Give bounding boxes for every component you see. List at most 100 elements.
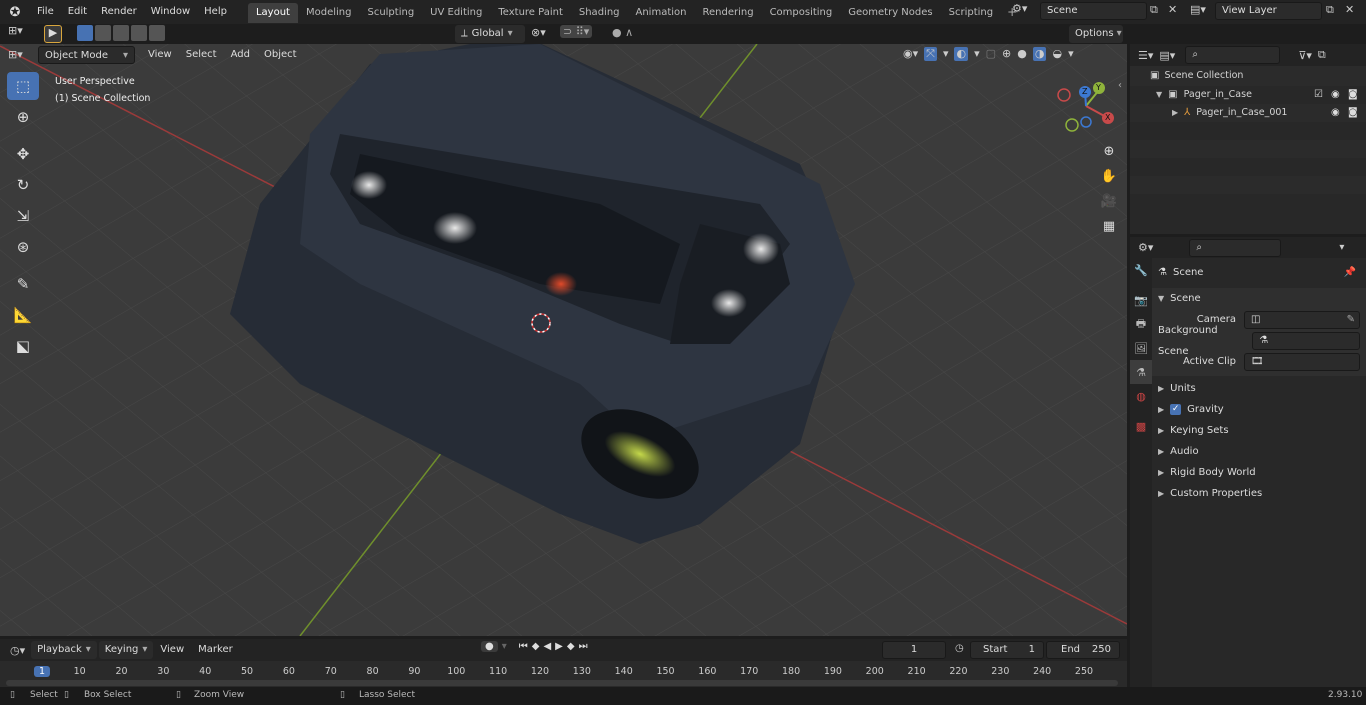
pan-hand-icon[interactable]: ✋ — [1098, 165, 1120, 187]
pin-icon[interactable]: 📌 — [1344, 262, 1356, 283]
new-scene-icon[interactable]: ⧉ — [1150, 3, 1158, 17]
scene-tab-icon[interactable]: ⚗ — [1130, 360, 1152, 384]
eye-icon[interactable]: ◉ — [1331, 86, 1340, 104]
shading-dropdown-icon[interactable]: ▾ — [1068, 47, 1074, 61]
menu-file[interactable]: File — [30, 0, 61, 24]
zoom-icon[interactable]: ⊕ — [1098, 140, 1120, 162]
material-shading-icon[interactable]: ◑ — [1032, 47, 1047, 61]
viewport-menu-add[interactable]: Add — [224, 43, 257, 67]
tab-shading[interactable]: Shading — [571, 3, 628, 23]
new-view-layer-icon[interactable]: ⧉ — [1326, 3, 1334, 17]
new-collection-icon[interactable]: ⧉ — [1318, 48, 1326, 62]
camera-field[interactable]: ◫ ✎ — [1244, 310, 1360, 329]
render-camera-icon[interactable]: ◙ — [1348, 104, 1358, 122]
panel-rigid-body-world[interactable]: ▶ Rigid Body World — [1152, 462, 1366, 483]
timeline-ruler[interactable]: 1 10 20 30 40 50 60 70 80 90 100 110 120 130 140 150 160… — [0, 661, 1127, 687]
visibility-icon[interactable]: ◉▾ — [903, 47, 918, 61]
view-layer-tab-icon[interactable]: 🖼 — [1130, 336, 1152, 360]
tab-sculpting[interactable]: Sculpting — [359, 3, 422, 23]
move-tool-icon[interactable]: ✥ — [7, 140, 39, 168]
select-subtract-icon[interactable] — [113, 25, 129, 41]
outliner-display-mode-icon[interactable]: ▤▾ — [1159, 49, 1175, 62]
gizmo-toggle-icon[interactable]: ⤧ — [924, 47, 937, 61]
exclude-checkbox-icon[interactable]: ☑ — [1314, 86, 1323, 104]
rendered-shading-icon[interactable]: ◒ — [1052, 47, 1062, 61]
tab-geometry-nodes[interactable]: Geometry Nodes — [840, 3, 940, 23]
select-intersect-icon[interactable] — [149, 25, 165, 41]
timeline-scrollbar[interactable] — [6, 680, 1118, 686]
rotate-tool-icon[interactable]: ↻ — [7, 171, 39, 199]
panel-units[interactable]: ▶ Units — [1152, 378, 1366, 399]
panel-audio[interactable]: ▶ Audio — [1152, 441, 1366, 462]
background-scene-field[interactable]: ⚗ — [1252, 331, 1360, 350]
3d-viewport[interactable] — [0, 44, 1127, 636]
select-extend-icon[interactable] — [95, 25, 111, 41]
tab-compositing[interactable]: Compositing — [762, 3, 841, 23]
outliner-row-pager[interactable]: ▼ ▣ Pager_in_Case ☑ ◉ ◙ — [1130, 86, 1366, 104]
viewport-menu-select[interactable]: Select — [179, 43, 224, 67]
properties-editor-icon[interactable]: ⚙▾ — [1138, 241, 1153, 254]
viewport-menu-object[interactable]: Object — [257, 43, 304, 67]
solid-shading-icon[interactable]: ● — [1017, 47, 1027, 61]
render-tab-icon[interactable]: 📷 — [1130, 288, 1152, 312]
overlay-toggle-icon[interactable]: ◐ — [954, 47, 969, 61]
navigation-gizmo[interactable]: Y X Z — [1055, 80, 1117, 136]
panel-keying-sets[interactable]: ▶ Keying Sets — [1152, 420, 1366, 441]
sidebar-toggle-icon[interactable]: ‹ — [1118, 80, 1122, 91]
menu-window[interactable]: Window — [144, 0, 197, 24]
xray-icon[interactable]: ▢ — [986, 47, 996, 61]
object-mode-dropdown[interactable]: Object Mode ▾ — [38, 46, 135, 64]
select-difference-icon[interactable] — [131, 25, 147, 41]
annotate-tool-icon[interactable]: ✎ — [7, 270, 39, 298]
snap-icon[interactable]: ⊃ ⠿▾ — [560, 25, 593, 38]
proportional-edit-icon[interactable]: ● ∧ — [612, 26, 633, 39]
output-tab-icon[interactable]: 🖶 — [1130, 312, 1152, 336]
tab-animation[interactable]: Animation — [628, 3, 695, 23]
transform-orientation-dropdown[interactable]: ⟂ Global ▾ — [455, 25, 525, 43]
perspective-toggle-icon[interactable]: ▦ — [1098, 215, 1120, 237]
menu-help[interactable]: Help — [197, 0, 234, 24]
tool-settings-icon[interactable]: ⊞▾ — [8, 24, 36, 42]
gravity-checkbox[interactable]: ✓ — [1170, 404, 1182, 415]
menu-edit[interactable]: Edit — [61, 0, 94, 24]
expand-icon[interactable]: ▼ — [1156, 86, 1162, 104]
scene-selector[interactable]: Scene — [1040, 2, 1147, 20]
menu-render[interactable]: Render — [94, 0, 144, 24]
delete-view-layer-icon[interactable]: ✕ — [1345, 3, 1354, 16]
active-tool-icon[interactable]: ▶ — [44, 25, 62, 43]
eye-icon[interactable]: ◉ — [1331, 104, 1340, 122]
scene-type-icon[interactable]: ⚙▾ — [1012, 2, 1038, 20]
delete-scene-icon[interactable]: ✕ — [1168, 3, 1177, 16]
gizmo-dropdown-icon[interactable]: ▾ — [943, 47, 949, 61]
tab-scripting[interactable]: Scripting — [941, 3, 1001, 23]
panel-custom-properties[interactable]: ▶ Custom Properties — [1152, 483, 1366, 504]
pivot-point-icon[interactable]: ⊗▾ — [531, 26, 546, 39]
panel-gravity[interactable]: ▶ ✓ Gravity — [1152, 399, 1366, 420]
tab-layout[interactable]: Layout — [247, 3, 298, 23]
tool-tab-icon[interactable]: 🔧 — [1130, 258, 1152, 282]
tab-modeling[interactable]: Modeling — [298, 3, 360, 23]
editor-type-icon[interactable]: ⊞▾ — [8, 46, 34, 64]
properties-search-input[interactable]: ⌕ — [1189, 238, 1282, 257]
outliner-editor-icon[interactable]: ☰▾ — [1138, 49, 1153, 62]
expand-icon[interactable]: ▶ — [1172, 104, 1178, 122]
transform-tool-icon[interactable]: ⊛ — [7, 233, 39, 261]
tab-rendering[interactable]: Rendering — [694, 3, 761, 23]
camera-view-icon[interactable]: 🎥 — [1098, 190, 1120, 212]
scale-tool-icon[interactable]: ⇲ — [7, 202, 39, 230]
cursor-tool-icon[interactable]: ⊕ — [7, 103, 39, 131]
outliner-row-pager-001[interactable]: ▶ ⅄ Pager_in_Case_001 ◉ ◙ — [1130, 104, 1366, 122]
wireframe-shading-icon[interactable]: ⊕ — [1002, 47, 1011, 61]
active-clip-field[interactable]: 🎞 — [1244, 352, 1360, 371]
tab-texture-paint[interactable]: Texture Paint — [490, 3, 571, 23]
properties-options-icon[interactable]: ▾ — [1339, 242, 1344, 253]
outliner-filter-icon[interactable]: ⊽▾ — [1298, 49, 1312, 62]
world-tab-icon[interactable]: ◍ — [1130, 384, 1152, 408]
texture-tab-icon[interactable]: ▩ — [1130, 414, 1152, 438]
view-layer-selector[interactable]: View Layer — [1215, 2, 1322, 20]
view-layer-icon[interactable]: ▤▾ — [1190, 3, 1206, 16]
outliner-row-scene-collection[interactable]: ▣ Scene Collection — [1130, 66, 1366, 86]
select-box-tool-icon[interactable]: ⬚ — [7, 72, 39, 100]
viewport-menu-view[interactable]: View — [141, 43, 179, 67]
render-camera-icon[interactable]: ◙ — [1348, 86, 1358, 104]
